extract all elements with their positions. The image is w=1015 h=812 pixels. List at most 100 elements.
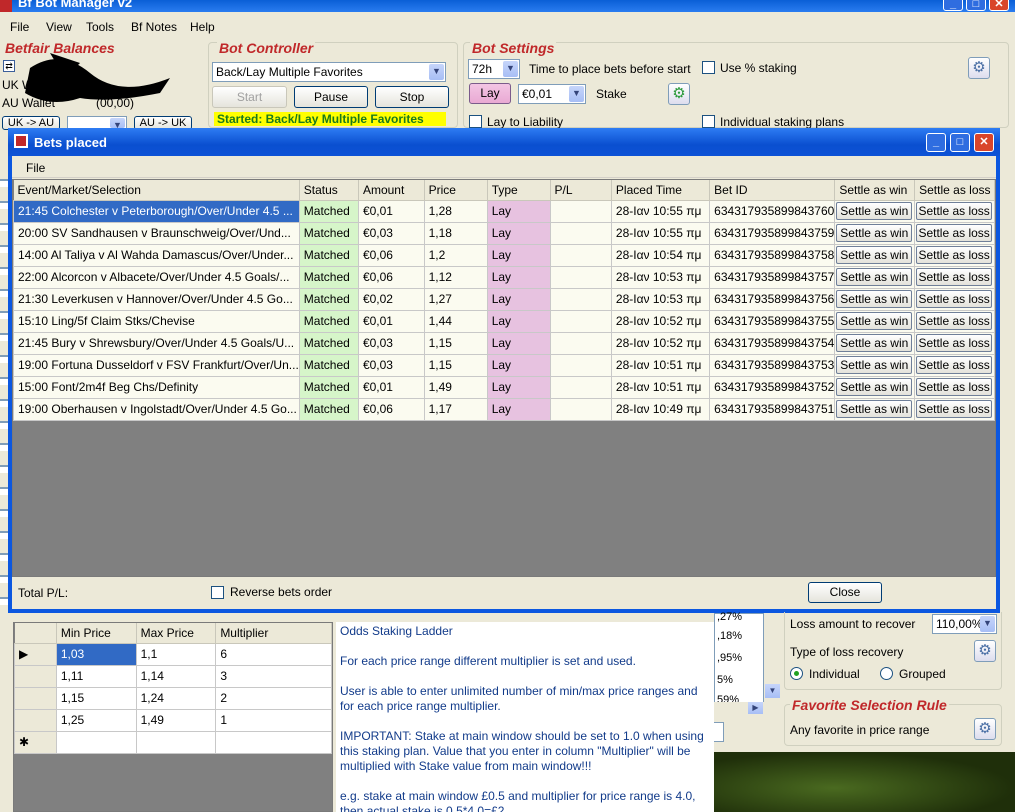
ladder-min-cell[interactable]: 1,11 bbox=[55, 664, 137, 688]
ladder-max-cell[interactable]: 1,24 bbox=[135, 686, 217, 710]
ladder-row[interactable]: ✱ bbox=[14, 730, 332, 754]
menu-bf-notes[interactable]: Bf Notes bbox=[131, 20, 177, 34]
refresh-icon[interactable]: ⇄ bbox=[3, 60, 15, 72]
col-settle-loss[interactable]: Settle as loss bbox=[914, 180, 995, 201]
bet-pl-cell[interactable] bbox=[549, 397, 612, 421]
bet-price-cell[interactable]: 1,27 bbox=[423, 287, 488, 311]
bet-status-cell[interactable]: Matched bbox=[298, 243, 359, 267]
table-row[interactable]: 15:10 Ling/5f Claim Stks/Chevise Matched €… bbox=[13, 309, 995, 333]
bet-event-cell[interactable]: 15:10 Ling/5f Claim Stks/Chevise bbox=[13, 309, 300, 333]
bet-pl-cell[interactable] bbox=[549, 375, 612, 399]
lay-to-liability-checkbox[interactable] bbox=[469, 115, 482, 128]
settle-loss-button[interactable]: Settle as loss bbox=[916, 356, 993, 374]
bet-pl-cell[interactable] bbox=[549, 331, 612, 355]
bet-id-cell[interactable]: 634317935899843757 bbox=[709, 265, 836, 289]
bet-amount-cell[interactable]: €0,02 bbox=[357, 287, 425, 311]
bets-menu-file[interactable]: File bbox=[26, 161, 45, 175]
lay-button[interactable]: Lay bbox=[469, 83, 511, 104]
table-row[interactable]: 14:00 Al Taliya v Al Wahda Damascus/Over… bbox=[13, 243, 995, 267]
recovery-gear-icon[interactable]: ⚙ bbox=[974, 640, 996, 662]
ladder-min-cell[interactable] bbox=[55, 730, 137, 754]
minimize-icon[interactable]: _ bbox=[926, 133, 946, 152]
bet-event-cell[interactable]: 15:00 Font/2m4f Beg Chs/Definity bbox=[13, 375, 300, 399]
bet-price-cell[interactable]: 1,2 bbox=[423, 243, 488, 267]
bet-event-cell[interactable]: 14:00 Al Taliya v Al Wahda Damascus/Over… bbox=[13, 243, 300, 267]
bet-id-cell[interactable]: 634317935899843760 bbox=[709, 199, 836, 223]
percent-list[interactable]: ,27% ,18% ,95% 5% 59% bbox=[714, 611, 764, 703]
bet-type-cell[interactable]: Lay bbox=[486, 331, 551, 355]
bet-id-cell[interactable]: 634317935899843754 bbox=[709, 331, 836, 355]
partial-input[interactable] bbox=[714, 722, 724, 742]
table-row[interactable]: 21:45 Colchester v Peterborough/Over/Und… bbox=[13, 199, 995, 223]
bet-event-cell[interactable]: 20:00 SV Sandhausen v Braunschweig/Over/… bbox=[13, 221, 300, 245]
bet-status-cell[interactable]: Matched bbox=[298, 287, 359, 311]
ladder-max-cell[interactable]: 1,49 bbox=[135, 708, 217, 732]
settle-win-button[interactable]: Settle as win bbox=[836, 334, 913, 352]
bet-status-cell[interactable]: Matched bbox=[298, 265, 359, 289]
bet-event-cell[interactable]: 21:45 Colchester v Peterborough/Over/Und… bbox=[13, 199, 300, 223]
bet-pl-cell[interactable] bbox=[549, 265, 612, 289]
pause-button[interactable]: Pause bbox=[294, 86, 368, 108]
bet-status-cell[interactable]: Matched bbox=[298, 375, 359, 399]
bet-price-cell[interactable]: 1,44 bbox=[423, 309, 488, 333]
bet-type-cell[interactable]: Lay bbox=[486, 243, 551, 267]
bet-event-cell[interactable]: 21:45 Bury v Shrewsbury/Over/Under 4.5 G… bbox=[13, 331, 300, 355]
table-row[interactable]: 21:45 Bury v Shrewsbury/Over/Under 4.5 G… bbox=[13, 331, 995, 355]
settle-loss-button[interactable]: Settle as loss bbox=[916, 378, 993, 396]
menu-file[interactable]: File bbox=[10, 20, 29, 34]
table-row[interactable]: 19:00 Oberhausen v Ingolstadt/Over/Under… bbox=[13, 397, 995, 421]
row-header-cell[interactable]: ✱ bbox=[14, 730, 57, 754]
settle-loss-button[interactable]: Settle as loss bbox=[916, 246, 993, 264]
bet-event-cell[interactable]: 21:30 Leverkusen v Hannover/Over/Under 4… bbox=[13, 287, 300, 311]
bet-pl-cell[interactable] bbox=[549, 243, 612, 267]
bet-pl-cell[interactable] bbox=[549, 199, 612, 223]
bet-amount-cell[interactable]: €0,01 bbox=[357, 199, 425, 223]
bet-price-cell[interactable]: 1,17 bbox=[423, 397, 488, 421]
bet-id-cell[interactable]: 634317935899843759 bbox=[709, 221, 836, 245]
ladder-mult-cell[interactable]: 3 bbox=[215, 664, 332, 688]
settings-gear-icon[interactable]: ⚙ bbox=[968, 57, 990, 79]
col-amount[interactable]: Amount bbox=[358, 180, 425, 201]
ladder-row[interactable]: ▶ 1,03 1,1 6 bbox=[14, 642, 332, 666]
menu-help[interactable]: Help bbox=[190, 20, 215, 34]
ladder-max-cell[interactable] bbox=[135, 730, 217, 754]
bet-status-cell[interactable]: Matched bbox=[298, 397, 359, 421]
start-button[interactable]: Start bbox=[212, 86, 287, 108]
ladder-min-cell[interactable]: 1,25 bbox=[55, 708, 137, 732]
bet-id-cell[interactable]: 634317935899843756 bbox=[709, 287, 836, 311]
bet-time-cell[interactable]: 28-Ιαν 10:55 πμ bbox=[610, 221, 711, 245]
col-min-price[interactable]: Min Price bbox=[56, 623, 137, 644]
bet-amount-cell[interactable]: €0,01 bbox=[357, 309, 425, 333]
bet-type-cell[interactable]: Lay bbox=[486, 287, 551, 311]
ladder-max-cell[interactable]: 1,14 bbox=[135, 664, 217, 688]
settle-win-button[interactable]: Settle as win bbox=[836, 378, 913, 396]
bet-type-cell[interactable]: Lay bbox=[486, 397, 551, 421]
bet-time-cell[interactable]: 28-Ιαν 10:52 πμ bbox=[610, 331, 711, 355]
bet-time-cell[interactable]: 28-Ιαν 10:54 πμ bbox=[610, 243, 711, 267]
table-row[interactable]: 19:00 Fortuna Dusseldorf v FSV Frankfurt… bbox=[13, 353, 995, 377]
bet-pl-cell[interactable] bbox=[549, 221, 612, 245]
settle-win-button[interactable]: Settle as win bbox=[836, 224, 913, 242]
settle-loss-button[interactable]: Settle as loss bbox=[916, 268, 993, 286]
settle-loss-button[interactable]: Settle as loss bbox=[916, 224, 993, 242]
table-row[interactable]: 20:00 SV Sandhausen v Braunschweig/Over/… bbox=[13, 221, 995, 245]
settle-win-button[interactable]: Settle as win bbox=[836, 268, 913, 286]
bet-price-cell[interactable]: 1,18 bbox=[423, 221, 488, 245]
bet-event-cell[interactable]: 19:00 Oberhausen v Ingolstadt/Over/Under… bbox=[13, 397, 300, 421]
bet-price-cell[interactable]: 1,28 bbox=[423, 199, 488, 223]
settle-loss-button[interactable]: Settle as loss bbox=[916, 202, 993, 220]
bet-status-cell[interactable]: Matched bbox=[298, 331, 359, 355]
ladder-row[interactable]: 1,25 1,49 1 bbox=[14, 708, 332, 732]
bet-amount-cell[interactable]: €0,03 bbox=[357, 221, 425, 245]
stake-select[interactable]: €0,01 ▼ bbox=[518, 84, 586, 104]
bet-status-cell[interactable]: Matched bbox=[298, 353, 359, 377]
reverse-order-checkbox[interactable] bbox=[211, 586, 224, 599]
bet-type-cell[interactable]: Lay bbox=[486, 199, 551, 223]
bet-id-cell[interactable]: 634317935899843758 bbox=[709, 243, 836, 267]
bet-amount-cell[interactable]: €0,06 bbox=[357, 243, 425, 267]
col-status[interactable]: Status bbox=[299, 180, 359, 201]
bet-time-cell[interactable]: 28-Ιαν 10:55 πμ bbox=[610, 199, 711, 223]
stake-settings-icon[interactable]: ⚙ bbox=[668, 83, 690, 105]
ladder-mult-cell[interactable]: 6 bbox=[215, 642, 332, 666]
bet-time-cell[interactable]: 28-Ιαν 10:52 πμ bbox=[610, 309, 711, 333]
